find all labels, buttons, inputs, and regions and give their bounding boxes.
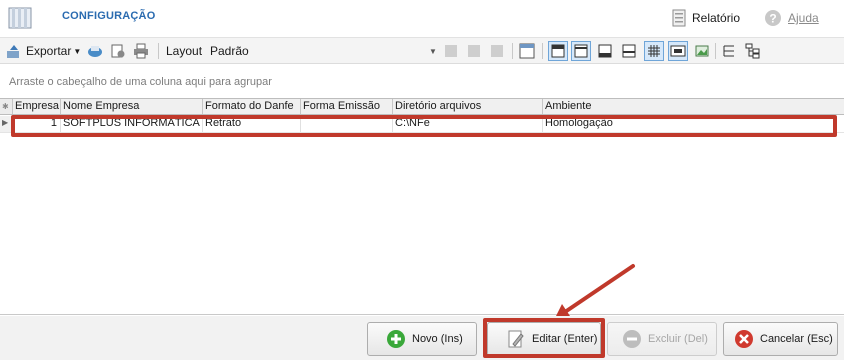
layout-label-box: Layout: [166, 41, 202, 61]
relatorio-label: Relatório: [692, 11, 741, 25]
cell-formato-danfe[interactable]: Retrato: [203, 116, 301, 132]
page-title: CONFIGURAÇÃO: [62, 10, 156, 22]
cancel-icon: [735, 330, 753, 348]
title-bar: CONFIGURAÇÃO Relatório ? Ajuda: [0, 0, 844, 36]
tree-collapse-icon[interactable]: [745, 43, 761, 59]
column-header-forma-emissao[interactable]: Forma Emissão: [301, 99, 393, 114]
dropdown-arrow-icon: ▼: [73, 46, 82, 56]
editar-button[interactable]: Editar (Enter): [487, 322, 601, 356]
edit-columns-icon[interactable]: [519, 43, 535, 59]
grid-header-icon: [551, 44, 565, 58]
column-header-empresa[interactable]: Empresa: [13, 99, 61, 114]
export-label: Exportar: [26, 44, 72, 58]
export-button[interactable]: Exportar ▼: [6, 41, 81, 61]
footer-bar: Novo (Ins) Editar (Enter) Excluir (Del) …: [0, 316, 844, 360]
cell-empresa[interactable]: 1: [13, 116, 61, 132]
group-by-hint: Arraste o cabeçalho de uma coluna aqui p…: [9, 76, 272, 88]
svg-text:?: ?: [769, 12, 776, 26]
edit-icon: [508, 330, 524, 348]
cell-diretorio[interactable]: C:\NFe: [393, 116, 543, 132]
delete-layout-icon[interactable]: [489, 43, 505, 59]
auto-width-icon: [670, 45, 686, 57]
toolbar-separator: [715, 43, 716, 59]
cell-forma-emissao[interactable]: [301, 116, 393, 132]
layout-value: Padrão: [210, 44, 249, 58]
show-summary-toggle[interactable]: [619, 41, 639, 61]
show-footer-toggle[interactable]: [595, 41, 615, 61]
print-preview-icon[interactable]: [87, 43, 103, 59]
relatorio-link[interactable]: Relatório: [672, 9, 740, 27]
report-icon: [672, 9, 686, 27]
layout-selector[interactable]: Padrão: [210, 41, 249, 61]
cancelar-label: Cancelar (Esc): [760, 333, 833, 345]
grid-summary-icon: [622, 44, 636, 58]
toolbar-separator: [158, 43, 159, 59]
save-layout-icon[interactable]: [443, 43, 459, 59]
show-group-panel-toggle[interactable]: [571, 41, 591, 61]
cell-nome-empresa[interactable]: SOFTPLUS INFORMÁTICA: [61, 116, 203, 132]
layout-label: Layout: [166, 44, 203, 58]
row-pointer-icon: ▶: [2, 118, 9, 127]
toolbar-separator: [512, 43, 513, 59]
ajuda-link[interactable]: ? Ajuda: [764, 9, 819, 27]
copy-layout-icon[interactable]: [466, 43, 482, 59]
column-header-nome-empresa[interactable]: Nome Empresa: [61, 99, 203, 114]
column-header-diretorio[interactable]: Diretório arquivos: [393, 99, 543, 114]
toolbar-separator: [542, 43, 543, 59]
novo-label: Novo (Ins): [412, 333, 463, 345]
grid-footer-icon: [598, 44, 612, 58]
asterisk-icon: ✱: [2, 102, 9, 111]
column-header-ambiente[interactable]: Ambiente: [543, 99, 844, 114]
table-row[interactable]: ▶ 1 SOFTPLUS INFORMÁTICA Retrato C:\NFe …: [0, 116, 844, 133]
help-icon: ?: [765, 10, 781, 26]
layout-dropdown-button[interactable]: ▼: [428, 41, 438, 61]
chevron-down-icon: ▼: [429, 46, 437, 56]
add-icon: [387, 330, 405, 348]
grid-panel: Arraste o cabeçalho de uma coluna aqui p…: [0, 64, 844, 315]
cancelar-button[interactable]: Cancelar (Esc): [723, 322, 838, 356]
excluir-label: Excluir (Del): [648, 333, 708, 345]
group-panel-icon: [574, 44, 588, 58]
show-gridlines-toggle[interactable]: [644, 41, 664, 61]
column-header-formato-danfe[interactable]: Formato do Danfe: [203, 99, 301, 114]
ajuda-label: Ajuda: [788, 11, 819, 25]
gridlines-icon: [648, 45, 660, 57]
page-setup-icon[interactable]: [110, 43, 126, 59]
expand-all-icon[interactable]: [721, 43, 737, 59]
toolbar: Exportar ▼ Layout Padrão ▼: [0, 37, 844, 64]
cell-ambiente[interactable]: Homologação: [543, 116, 844, 132]
window-config-icon: [8, 7, 32, 29]
row-indicator: ▶: [0, 116, 12, 132]
print-icon[interactable]: [133, 43, 149, 59]
excluir-button[interactable]: Excluir (Del): [607, 322, 717, 356]
export-icon: [7, 45, 19, 58]
novo-button[interactable]: Novo (Ins): [367, 322, 477, 356]
show-header-toggle[interactable]: [548, 41, 568, 61]
select-all-corner[interactable]: ✱: [0, 99, 13, 114]
delete-icon: [623, 330, 641, 348]
auto-width-toggle[interactable]: [668, 41, 688, 61]
editar-label: Editar (Enter): [532, 333, 598, 345]
image-icon[interactable]: [694, 43, 710, 59]
grid-header: ✱ Empresa Nome Empresa Formato do Danfe …: [0, 98, 844, 115]
